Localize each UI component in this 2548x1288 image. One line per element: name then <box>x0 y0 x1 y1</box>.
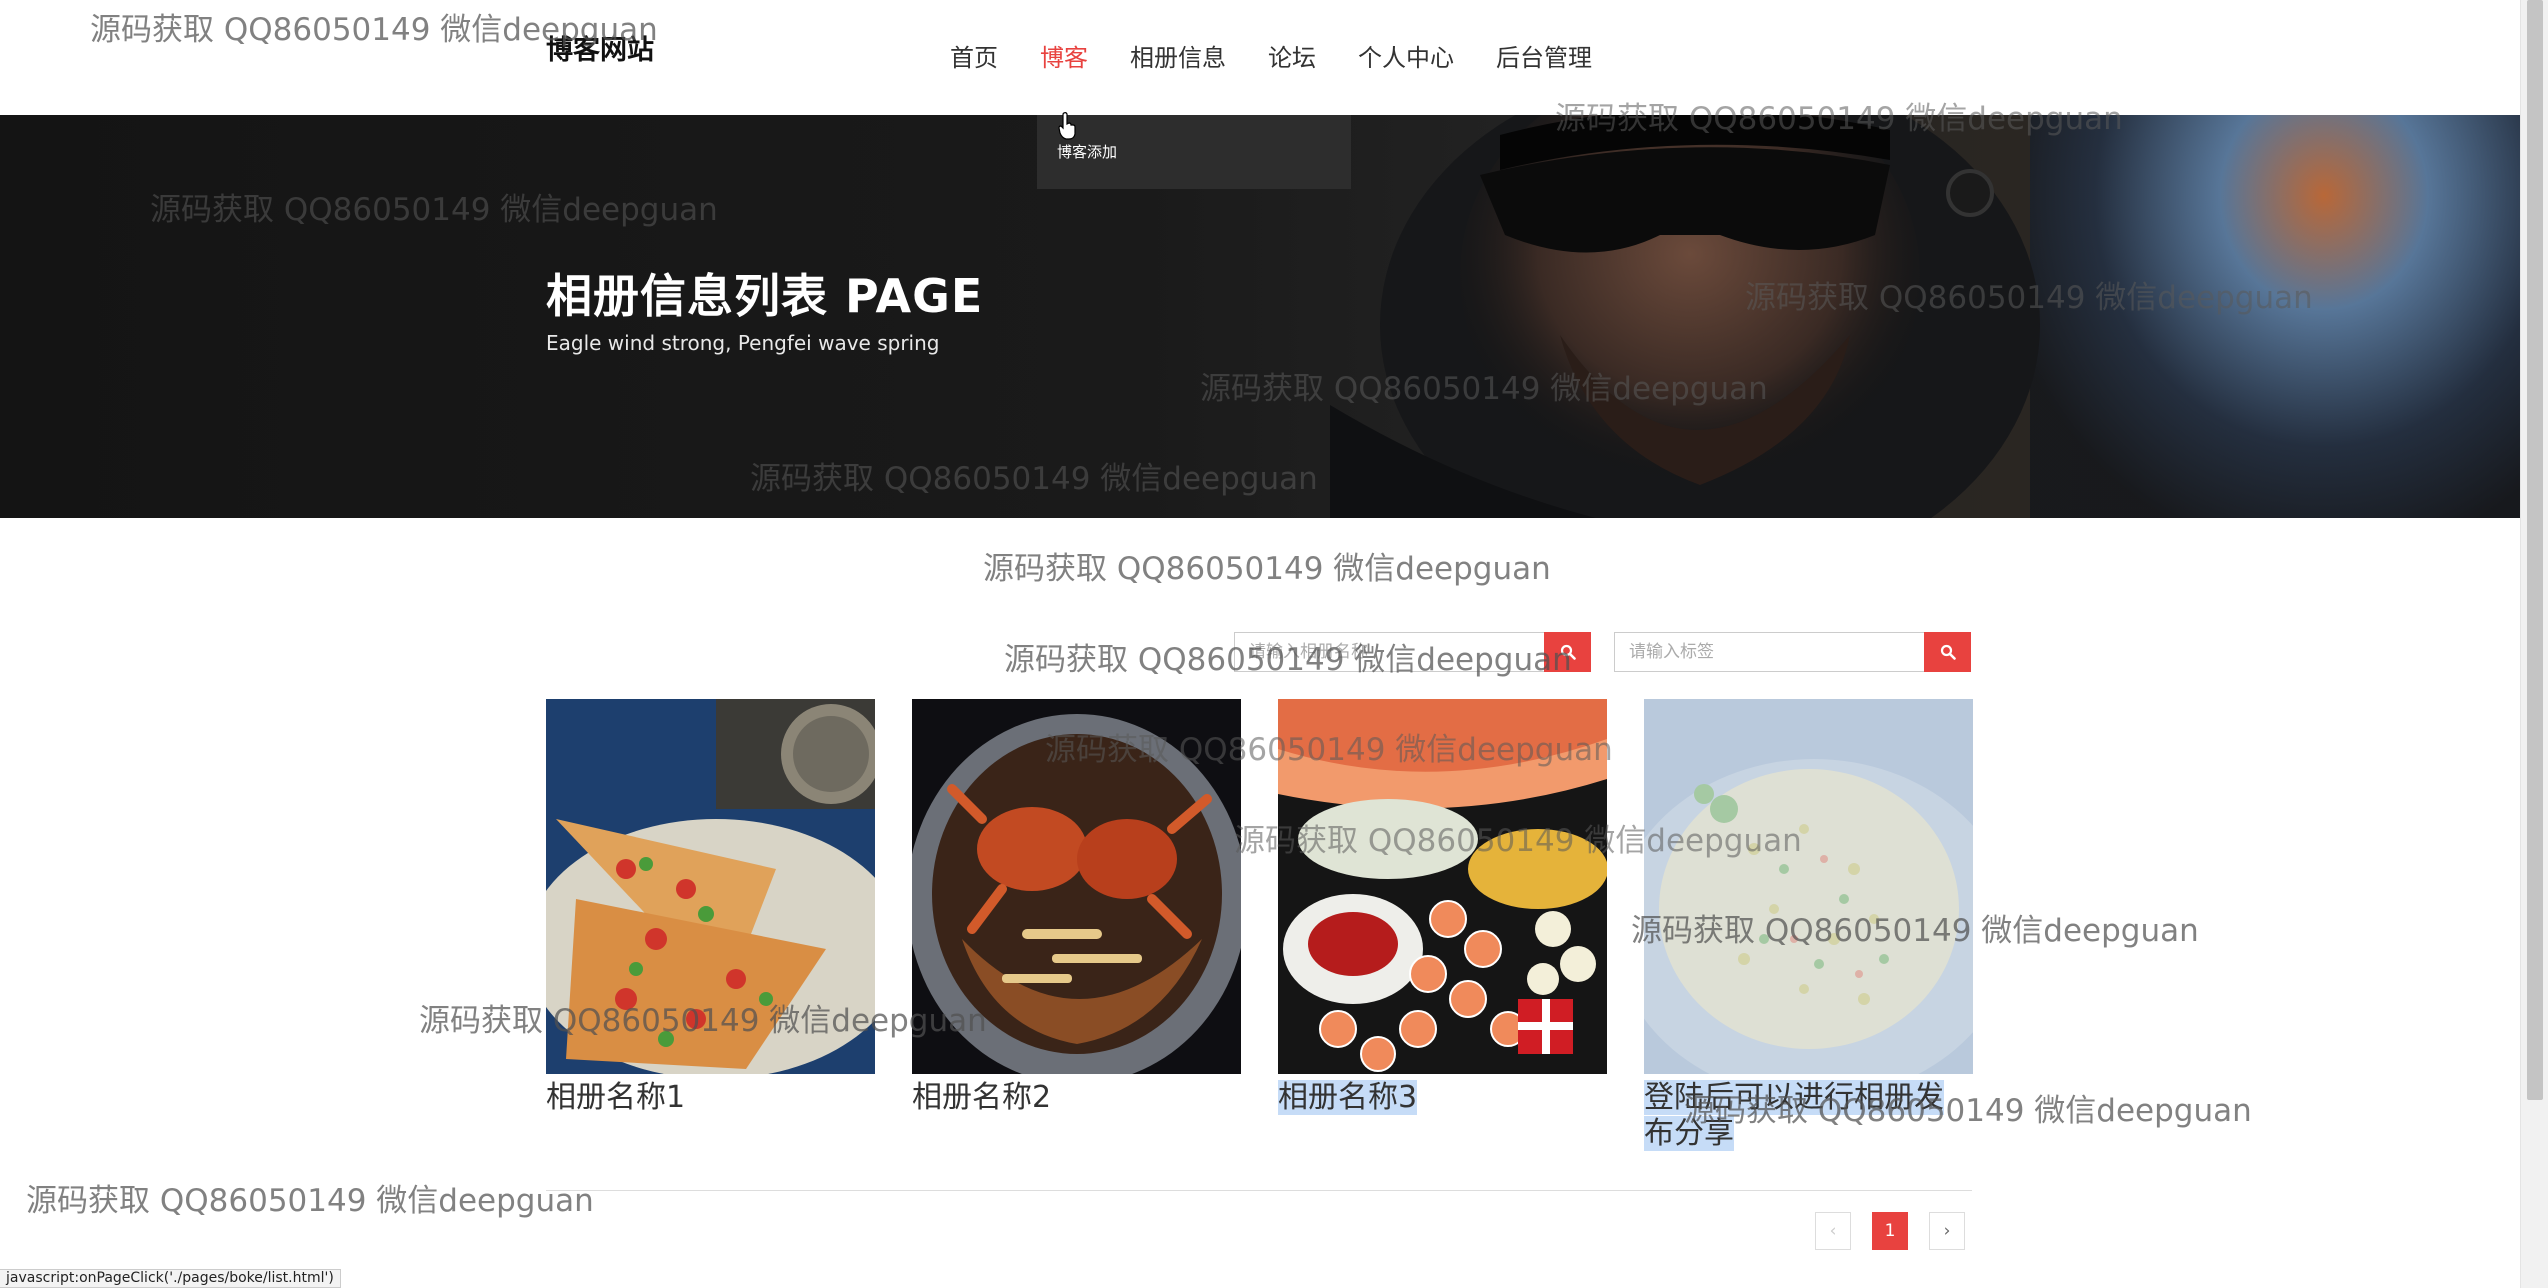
album-name-input[interactable] <box>1234 632 1544 672</box>
nav-item-albums[interactable]: 相册信息 <box>1130 38 1226 73</box>
main-nav: 首页 博客 相册信息 论坛 个人中心 后台管理 <box>950 38 1634 73</box>
content-divider <box>546 1190 1972 1191</box>
banner-man-photo <box>1330 115 2040 518</box>
album-card[interactable]: 相册名称1 <box>526 699 906 1116</box>
album-name-search <box>1234 632 1591 672</box>
scrollbar-thumb[interactable] <box>2527 0 2543 1100</box>
nav-item-forum[interactable]: 论坛 <box>1268 38 1316 73</box>
nav-item-admin[interactable]: 后台管理 <box>1496 38 1592 73</box>
album-title[interactable]: 相册名称3 <box>1278 1080 1607 1116</box>
search-icon <box>1560 644 1576 660</box>
album-title-text: 相册名称3 <box>1278 1080 1418 1115</box>
browser-status-bar: javascript:onPageClick('./pages/boke/lis… <box>0 1269 341 1288</box>
pagination-prev-button[interactable]: ‹ <box>1815 1212 1851 1250</box>
pizza-photo <box>526 699 906 1079</box>
pagination: ‹ 1 › <box>1815 1212 1965 1250</box>
album-card[interactable]: 相册名称3 <box>1278 699 1608 1116</box>
nav-item-blog[interactable]: 博客 <box>1040 38 1088 73</box>
album-card[interactable]: 登陆后可以进行相册发布分享 <box>1614 699 2014 1152</box>
pagination-page-1[interactable]: 1 <box>1872 1212 1908 1250</box>
watermark: 源码获取 QQ86050149 微信deepguan <box>26 1183 594 1219</box>
watermark: 源码获取 QQ86050149 微信deepguan <box>983 551 1551 587</box>
seafood-platter-photo <box>1278 699 1608 1074</box>
album-title[interactable]: 相册名称2 <box>912 1080 1241 1116</box>
banner-title: 相册信息列表 PAGE <box>546 269 984 323</box>
fried-rice-photo <box>1614 699 2014 1099</box>
album-name-search-button[interactable] <box>1544 632 1591 672</box>
blog-dropdown-menu: 博客添加 <box>1037 115 1351 189</box>
tag-input[interactable] <box>1614 632 1924 672</box>
album-title[interactable]: 相册名称1 <box>546 1080 875 1116</box>
album-title[interactable]: 登陆后可以进行相册发布分享 <box>1644 1080 1973 1152</box>
nav-item-home[interactable]: 首页 <box>950 38 998 73</box>
crab-photo <box>907 699 1247 1084</box>
dropdown-item-add-blog[interactable]: 博客添加 <box>1057 141 1117 162</box>
site-brand[interactable]: 博客网站 <box>546 28 654 67</box>
tag-search-button[interactable] <box>1924 632 1971 672</box>
album-card[interactable]: 相册名称2 <box>907 699 1247 1116</box>
page: 博客网站 首页 博客 相册信息 论坛 个人中心 后台管理 相册信息列表 PAGE… <box>0 0 2548 1288</box>
album-title-text: 登陆后可以进行相册发布分享 <box>1644 1080 1944 1151</box>
nav-item-user-center[interactable]: 个人中心 <box>1358 38 1454 73</box>
search-icon <box>1940 644 1956 660</box>
top-navbar: 博客网站 首页 博客 相册信息 论坛 个人中心 后台管理 <box>0 0 2520 115</box>
mouse-cursor-icon <box>1058 112 1076 140</box>
banner-subtitle: Eagle wind strong, Pengfei wave spring <box>546 331 940 355</box>
tag-search <box>1614 632 1971 672</box>
pagination-next-button[interactable]: › <box>1929 1212 1965 1250</box>
vertical-scrollbar[interactable] <box>2520 0 2548 1288</box>
